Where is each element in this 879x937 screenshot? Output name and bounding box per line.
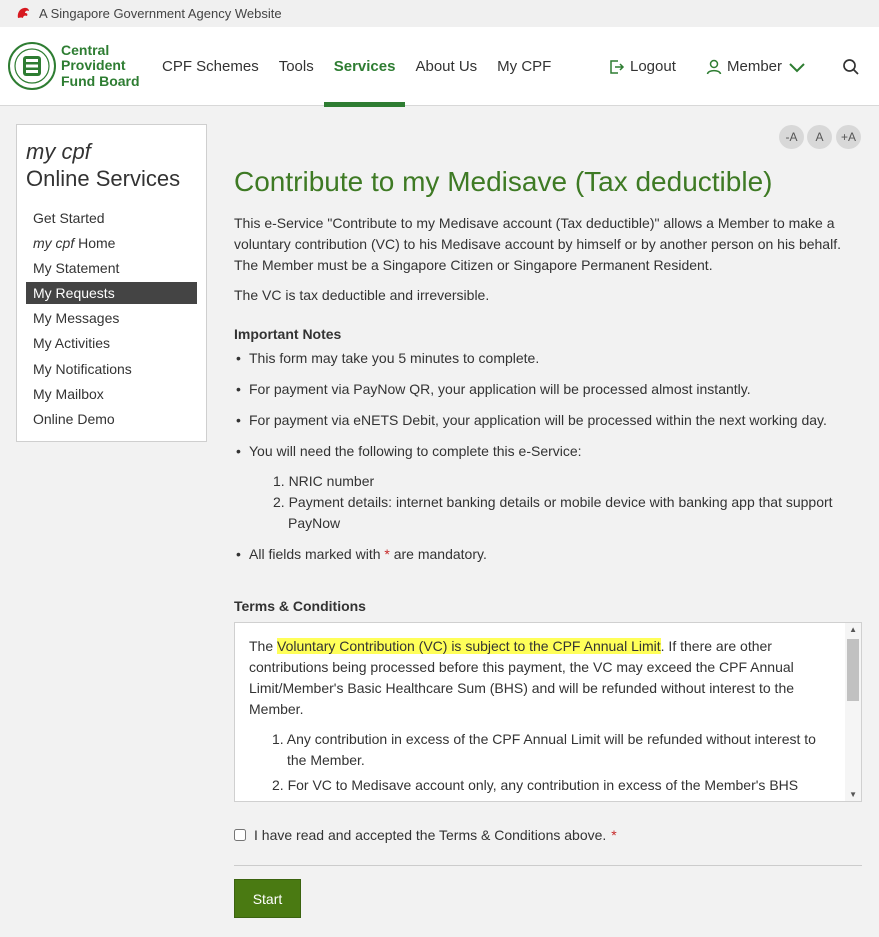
sidebar-title-mycpf: my cpf <box>26 139 91 164</box>
member-label: Member <box>727 58 783 75</box>
sidebar-item-my-notifications[interactable]: My Notifications <box>26 358 197 380</box>
terms-highlight: Voluntary Contribution (VC) is subject t… <box>277 638 661 654</box>
sidebar-item-online-demo[interactable]: Online Demo <box>26 408 197 430</box>
terms-text: The Voluntary Contribution (VC) is subje… <box>235 623 861 796</box>
divider <box>234 865 862 866</box>
font-increase-button[interactable]: +A <box>836 125 861 149</box>
note-item: This form may take you 5 minutes to comp… <box>236 348 862 369</box>
terms-point: 1. Any contribution in excess of the CPF… <box>272 731 816 768</box>
logo-text: Central Provident Fund Board <box>61 41 140 89</box>
font-decrease-button[interactable]: -A <box>779 125 804 149</box>
terms-point: 2. For VC to Medisave account only, any … <box>272 777 799 793</box>
nav-tools[interactable]: Tools <box>269 27 324 106</box>
search-icon <box>843 58 859 75</box>
required-asterisk: * <box>611 827 617 843</box>
scroll-up-arrow-icon[interactable]: ▲ <box>849 625 857 634</box>
terms-points: 1. Any contribution in excess of the CPF… <box>249 729 833 796</box>
member-menu[interactable]: Member <box>706 27 811 106</box>
start-button[interactable]: Start <box>234 879 301 918</box>
mandatory-note: All fields marked with * are mandatory. <box>236 544 862 565</box>
cpf-logo[interactable]: Central Provident Fund Board <box>8 40 140 92</box>
font-normal-button[interactable]: A <box>807 125 832 149</box>
nav-cpf-schemes[interactable]: CPF Schemes <box>152 27 269 106</box>
sidebar-item-get-started[interactable]: Get Started <box>26 207 197 229</box>
note-item: For payment via PayNow QR, your applicat… <box>236 379 862 400</box>
page-title: Contribute to my Medisave (Tax deductibl… <box>234 166 773 197</box>
scroll-down-arrow-icon[interactable]: ▼ <box>849 790 857 799</box>
cpf-seal-icon <box>8 42 56 90</box>
main-content: Contribute to my Medisave (Tax deductibl… <box>234 160 862 918</box>
logout-label: Logout <box>630 58 676 75</box>
sidebar-item-mycpf-home[interactable]: my cpf Home <box>26 232 197 254</box>
chevron-down-icon <box>789 62 805 72</box>
tax-note: The VC is tax deductible and irreversibl… <box>234 287 490 303</box>
site-header: Central Provident Fund Board CPF Schemes… <box>0 27 879 107</box>
accept-terms-row[interactable]: I have read and accepted the Terms & Con… <box>234 827 862 843</box>
main-nav: CPF Schemes Tools Services About Us My C… <box>152 27 561 107</box>
sidebar-item-my-statement[interactable]: My Statement <box>26 257 197 279</box>
lion-head-icon <box>17 7 29 18</box>
note-item: For payment via eNETS Debit, your applic… <box>236 410 862 431</box>
logout-icon <box>610 59 625 74</box>
requirements-list: 1. NRIC number 2. Payment details: inter… <box>249 471 862 534</box>
sidebar-title-online-services: Online Services <box>26 166 181 191</box>
terms-heading: Terms & Conditions <box>234 598 366 614</box>
sidebar-item-my-messages[interactable]: My Messages <box>26 307 197 329</box>
gov-banner-text: A Singapore Government Agency Website <box>39 6 282 21</box>
terms-scrollbar[interactable]: ▲ ▼ <box>845 623 861 801</box>
user-icon <box>706 59 722 74</box>
accept-terms-label: I have read and accepted the Terms & Con… <box>254 827 607 843</box>
intro-text: This e-Service "Contribute to my Medisav… <box>234 215 841 273</box>
search-button[interactable] <box>842 27 865 106</box>
note-item: You will need the following to complete … <box>236 441 862 534</box>
sidebar-item-my-activities[interactable]: My Activities <box>26 332 197 354</box>
nav-services[interactable]: Services <box>323 27 406 107</box>
gov-banner: A Singapore Government Agency Website <box>0 0 879 27</box>
requirement-item: 1. NRIC number <box>273 473 375 489</box>
online-services-sidebar: my cpf Online Services Get Started my cp… <box>16 124 207 442</box>
logout-button[interactable]: Logout <box>609 27 676 106</box>
nav-about-us[interactable]: About Us <box>405 27 487 106</box>
important-notes-heading: Important Notes <box>234 326 342 342</box>
nav-my-cpf[interactable]: My CPF <box>487 27 561 106</box>
sidebar-item-my-mailbox[interactable]: My Mailbox <box>26 383 197 405</box>
sidebar-item-my-requests[interactable]: My Requests <box>26 282 197 305</box>
scroll-thumb[interactable] <box>847 639 859 701</box>
requirement-item: 2. Payment details: internet banking det… <box>273 494 833 531</box>
terms-scroll-box[interactable]: The Voluntary Contribution (VC) is subje… <box>234 622 862 802</box>
important-notes-list: This form may take you 5 minutes to comp… <box>234 348 862 565</box>
accept-terms-checkbox[interactable] <box>234 829 246 841</box>
